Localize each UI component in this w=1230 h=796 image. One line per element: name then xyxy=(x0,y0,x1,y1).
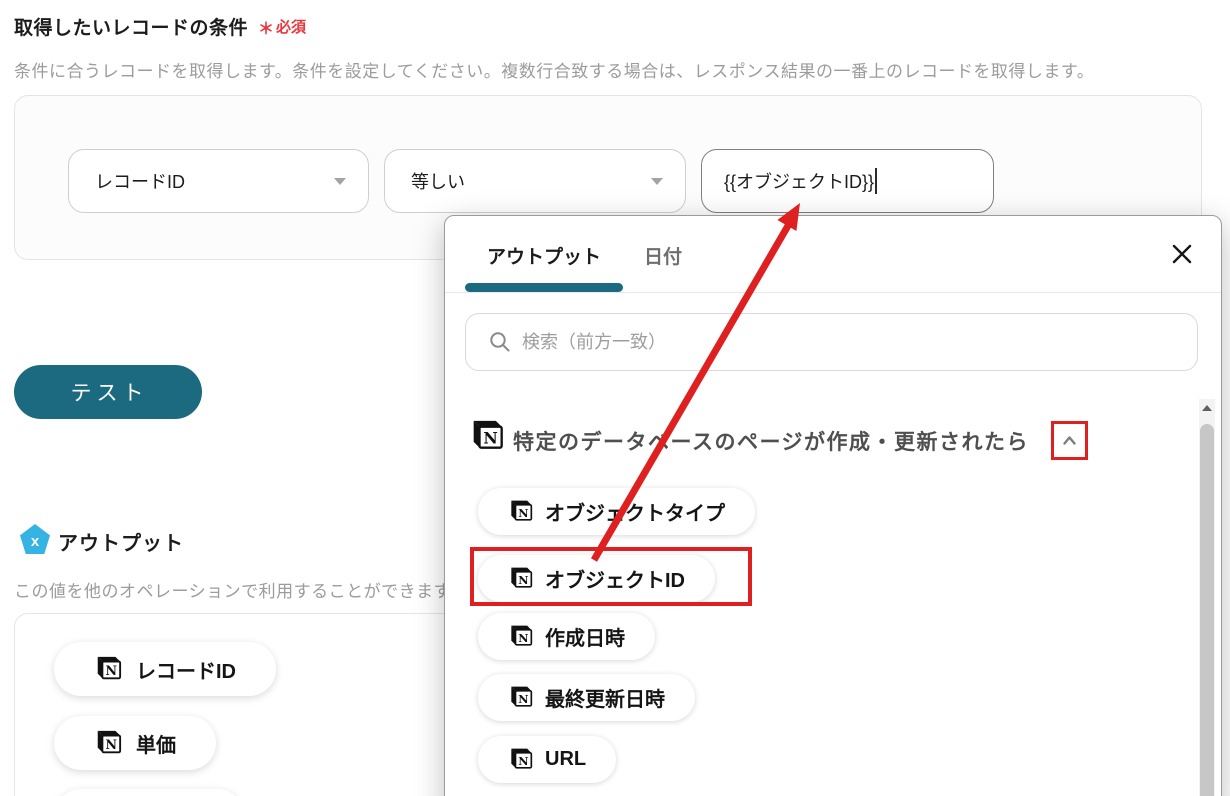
tab-output[interactable]: アウトプット xyxy=(465,234,623,276)
required-badge: 必須 xyxy=(276,19,307,36)
condition-value-text: {{オブジェクトID}} xyxy=(724,172,875,192)
output-chip-label: 単価 xyxy=(136,734,176,757)
search-icon xyxy=(490,332,510,352)
field-title-row: 取得したいレコードの条件 ＊ 必須 xyxy=(14,13,306,40)
svg-text:N: N xyxy=(518,631,528,645)
output-section-icon: x xyxy=(20,524,50,554)
svg-text:N: N xyxy=(518,506,528,520)
notion-icon: N xyxy=(508,498,533,525)
notion-icon: N xyxy=(508,684,533,711)
svg-text:N: N xyxy=(483,429,497,448)
text-cursor xyxy=(875,168,878,194)
trigger-header-label: 特定のデータベースのページが作成・更新されたら xyxy=(513,431,1030,454)
active-tab-underline xyxy=(465,283,623,292)
scrollbar-up-icon[interactable] xyxy=(1199,399,1215,417)
search-box[interactable] xyxy=(465,313,1198,371)
list-item-url[interactable]: N URL xyxy=(478,736,617,783)
svg-text:N: N xyxy=(518,573,528,587)
condition-value-input[interactable]: {{オブジェクトID}} xyxy=(701,149,994,213)
operator-select[interactable]: 等しい xyxy=(384,149,686,213)
list-item-object-id[interactable]: N オブジェクトID xyxy=(478,555,715,602)
notion-icon: N xyxy=(94,654,122,684)
list-item-last-updated[interactable]: N 最終更新日時 xyxy=(478,674,695,721)
list-item-label: オブジェクトID xyxy=(545,570,685,592)
tabs-divider xyxy=(445,292,1221,293)
field-description: 条件に合うレコードを取得します。条件を設定してください。複数行合致する場合は、レ… xyxy=(14,62,1095,81)
list-item-label: オブジェクトタイプ xyxy=(545,503,725,525)
chevron-down-icon xyxy=(651,178,663,185)
chevron-up-icon[interactable] xyxy=(1060,432,1079,450)
close-icon[interactable] xyxy=(1168,240,1196,268)
scrollbar-thumb[interactable] xyxy=(1200,424,1214,796)
required-star-icon: ＊ xyxy=(258,20,275,38)
notion-icon: N xyxy=(94,728,122,758)
scrollbar[interactable] xyxy=(1199,399,1215,796)
operator-select-value: 等しい xyxy=(411,172,465,192)
list-item-object-type[interactable]: N オブジェクトタイプ xyxy=(478,488,755,535)
svg-text:N: N xyxy=(106,663,118,678)
search-input[interactable] xyxy=(522,331,1197,353)
list-item-label: 最終更新日時 xyxy=(545,689,665,711)
svg-text:N: N xyxy=(518,754,528,768)
field-title: 取得したいレコードの条件 xyxy=(14,18,249,39)
output-chip-unit-price[interactable]: N 単価 xyxy=(54,716,216,770)
notion-icon: N xyxy=(508,565,533,592)
notion-icon: N xyxy=(508,623,533,650)
record-field-select-value: レコードID xyxy=(95,172,185,192)
chevron-down-icon xyxy=(334,178,346,185)
test-button[interactable]: テスト xyxy=(14,365,202,419)
list-item-label: URL xyxy=(545,748,587,770)
output-section-title: アウトプット xyxy=(58,533,184,555)
notion-icon: N xyxy=(508,746,533,773)
tab-date[interactable]: 日付 xyxy=(623,234,703,276)
output-chip-record-id[interactable]: N レコードID xyxy=(54,642,276,696)
output-chip-partial[interactable] xyxy=(54,789,244,796)
output-picker-modal: アウトプット 日付 N 特定のデータベースのページが作成・更新されたら N オブ… xyxy=(444,215,1222,796)
record-field-select[interactable]: レコードID xyxy=(68,149,369,213)
svg-text:N: N xyxy=(518,692,528,706)
annotation-box-collapse xyxy=(1051,421,1088,460)
list-item-label: 作成日時 xyxy=(545,628,625,650)
list-item-created-at[interactable]: N 作成日時 xyxy=(478,613,655,660)
output-chip-label: レコードID xyxy=(136,660,236,683)
output-section-description: この値を他のオペレーションで利用することができます xyxy=(14,582,452,601)
notion-icon: N xyxy=(469,417,504,455)
svg-text:N: N xyxy=(106,737,118,752)
record-condition-page: 取得したいレコードの条件 ＊ 必須 条件に合うレコードを取得します。条件を設定し… xyxy=(0,0,1230,796)
